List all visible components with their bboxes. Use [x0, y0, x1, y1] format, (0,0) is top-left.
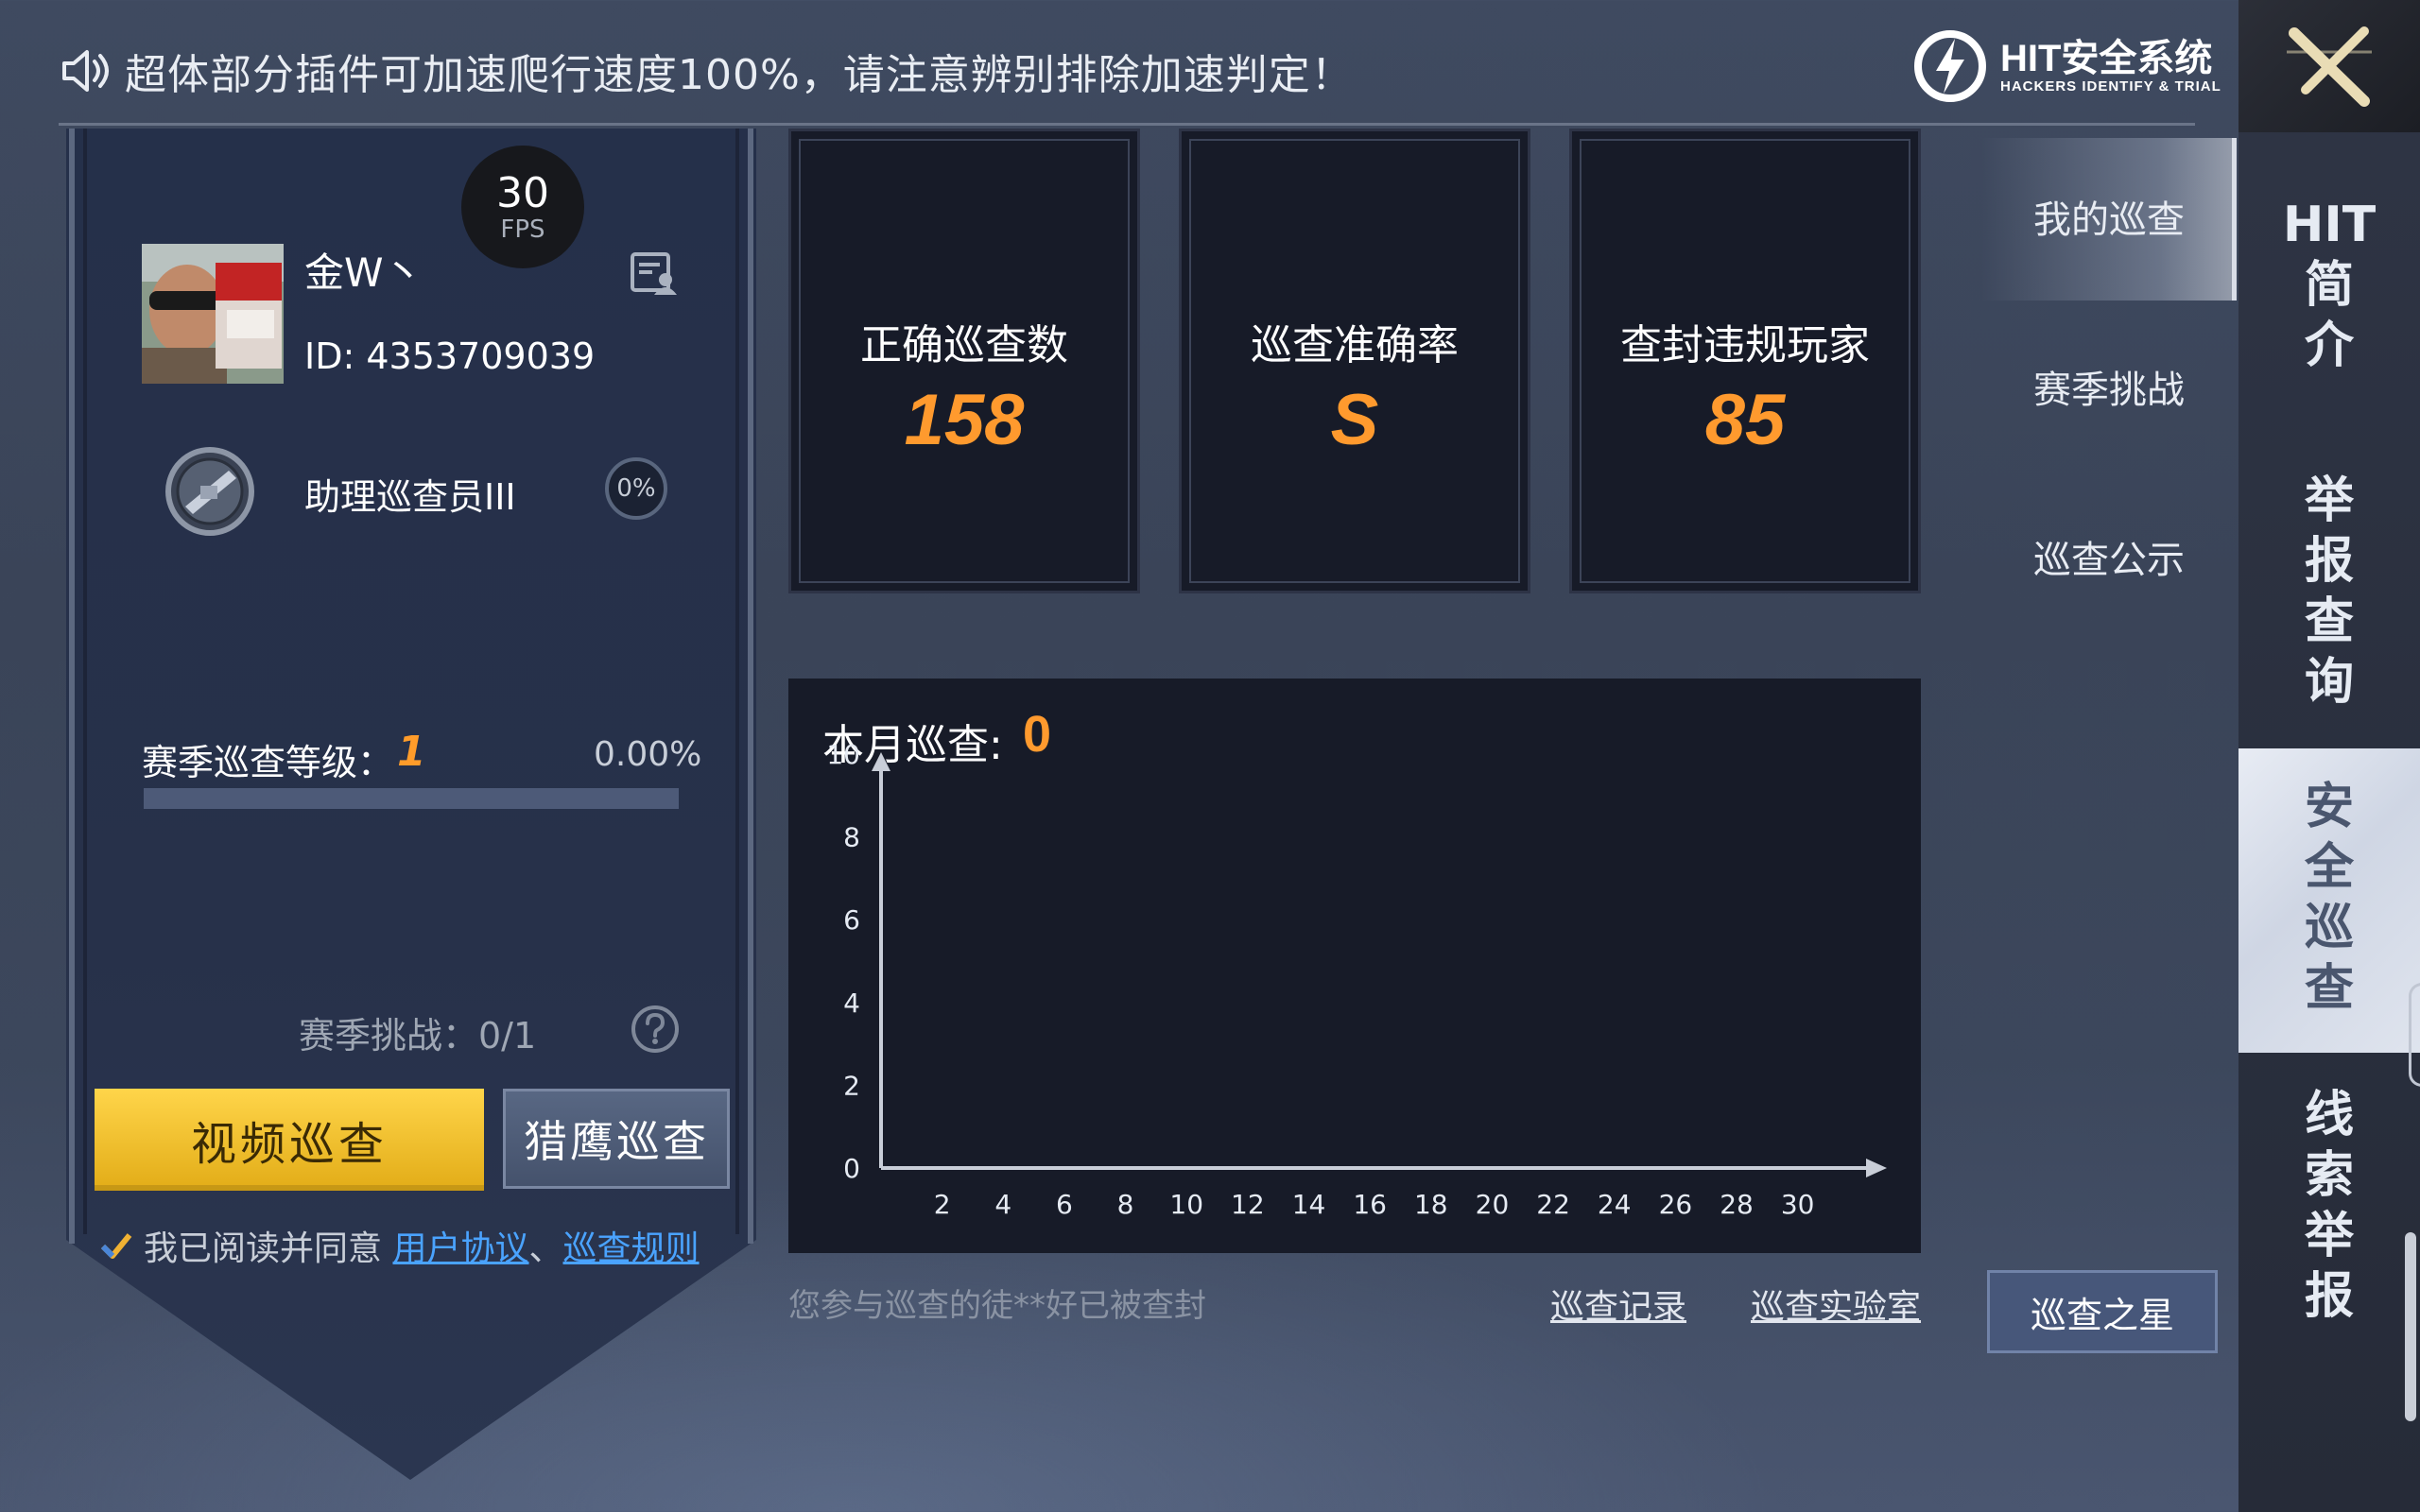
nav-security-patrol[interactable]: 安 全 巡 查 — [2238, 777, 2420, 1019]
side-drawer-handle[interactable] — [2409, 983, 2420, 1087]
checkmark-icon[interactable] — [100, 1231, 132, 1260]
close-button[interactable] — [2238, 0, 2420, 132]
sub-menu-season-challenge[interactable]: 赛季挑战 — [1981, 359, 2237, 414]
stat-value: 85 — [1704, 380, 1786, 460]
patrol-rules-link[interactable]: 巡查规则 — [563, 1229, 700, 1268]
monthly-chart: 02468102 4 6 8 10 12 14 16 18 20 22 24 26 28 30 — [826, 739, 1887, 1220]
season-level-label: 赛季巡查等级： — [142, 742, 394, 783]
x-tick-label: 26 — [1659, 1189, 1693, 1220]
x-tick-label: 22 — [1536, 1189, 1570, 1220]
y-tick-label: 8 — [843, 822, 860, 853]
y-tick-label: 6 — [843, 904, 860, 936]
nav-hit-intro[interactable]: HIT 简 介 — [2238, 195, 2420, 376]
x-tick-label: 14 — [1292, 1189, 1326, 1220]
nav-report-query-line: 举 — [2304, 472, 2354, 529]
agreement-prefix: 我已阅读并同意 — [144, 1229, 383, 1268]
agreement-row: 我已阅读并同意 用户协议、巡查规则 — [100, 1221, 700, 1270]
nav-report-query-line: 询 — [2304, 654, 2354, 711]
sub-menu-patrol-notice[interactable]: 巡查公示 — [1981, 529, 2237, 584]
x-tick-label: 6 — [1056, 1189, 1073, 1220]
x-tick-label: 28 — [1720, 1189, 1754, 1220]
season-percent: 0.00% — [594, 735, 702, 774]
fps-unit: FPS — [500, 215, 545, 244]
x-tick-label: 4 — [994, 1189, 1011, 1220]
nav-report-query-line: 查 — [2304, 593, 2354, 650]
banned-note: 您参与巡查的徒**好已被查封 — [788, 1287, 1206, 1325]
nav-security-patrol-line: 全 — [2304, 839, 2354, 896]
close-icon — [2287, 26, 2372, 107]
x-axis-arrow — [1866, 1159, 1887, 1177]
video-patrol-button[interactable]: 视频巡查 — [95, 1089, 484, 1191]
nav-clue-report-line: 举 — [2304, 1208, 2354, 1264]
nav-report-query-line: 报 — [2304, 533, 2354, 590]
profile-card-icon[interactable] — [630, 251, 679, 297]
x-tick-label: 2 — [934, 1189, 951, 1220]
brand-logo: HIT安全系统 HACKERS IDENTIFY & TRIAL — [1910, 21, 2221, 112]
header-divider — [59, 123, 2195, 126]
x-tick-label: 20 — [1476, 1189, 1510, 1220]
nav-hit-intro-line: 介 — [2304, 318, 2354, 374]
nav-security-patrol-line: 查 — [2304, 960, 2354, 1017]
nav-clue-report[interactable]: 线 索 举 报 — [2238, 1085, 2420, 1327]
y-axis-arrow — [872, 752, 890, 771]
hawk-patrol-button[interactable]: 猎鹰巡查 — [503, 1089, 730, 1189]
x-tick-label: 24 — [1598, 1189, 1632, 1220]
nav-security-patrol-line: 巡 — [2304, 900, 2354, 956]
announcement-bar: 超体部分插件可加速爬行速度100%，请注意辨别排除加速判定！ — [59, 38, 1354, 104]
stat-card-correct: 正确巡查数 158 — [788, 129, 1140, 593]
x-tick-label: 10 — [1169, 1189, 1203, 1220]
nav-hit-intro-line: 简 — [2304, 257, 2354, 314]
stat-label: 巡查准确率 — [1251, 321, 1459, 369]
x-tick-label: 12 — [1231, 1189, 1265, 1220]
x-tick-label: 18 — [1414, 1189, 1448, 1220]
username: 金W丶 — [304, 249, 424, 296]
stat-label: 查封违规玩家 — [1620, 321, 1870, 369]
rank-badge-icon — [165, 447, 254, 536]
fps-value: 30 — [496, 169, 549, 217]
nav-clue-report-line: 线 — [2304, 1087, 2354, 1143]
scrollbar-thumb[interactable] — [2405, 1232, 2416, 1421]
stat-value: 158 — [904, 380, 1025, 460]
rank-progress: 0% — [605, 457, 667, 520]
nav-clue-report-line: 索 — [2304, 1147, 2354, 1204]
patrol-record-link[interactable]: 巡查记录 — [1550, 1280, 1686, 1329]
user-id: ID: 4353709039 — [304, 335, 596, 377]
agreement-separator: 、 — [528, 1229, 563, 1268]
stat-card-accuracy: 巡查准确率 S — [1179, 129, 1530, 593]
nav-clue-report-line: 报 — [2304, 1268, 2354, 1325]
rank-name: 助理巡查员III — [304, 476, 516, 518]
help-icon[interactable] — [630, 1004, 681, 1055]
speaker-icon — [62, 50, 109, 92]
brand-name: HIT安全系统 — [2000, 37, 2213, 79]
lightning-shield-icon — [1914, 30, 1986, 102]
season-challenge-text: 赛季挑战：0/1 — [299, 1015, 537, 1057]
nav-security-patrol-line: 安 — [2304, 779, 2354, 835]
patrol-star-button[interactable]: 巡查之星 — [1987, 1270, 2218, 1353]
brand-tagline: HACKERS IDENTIFY & TRIAL — [2000, 77, 2221, 94]
y-tick-label: 2 — [843, 1070, 860, 1101]
stat-card-banned: 查封违规玩家 85 — [1569, 129, 1921, 593]
nav-hit-intro-line: HIT — [2282, 197, 2377, 253]
patrol-lab-link[interactable]: 巡查实验室 — [1751, 1280, 1921, 1329]
nav-report-query[interactable]: 举 报 查 询 — [2238, 471, 2420, 713]
avatar[interactable] — [142, 244, 284, 384]
user-agreement-link[interactable]: 用户协议 — [392, 1229, 528, 1268]
x-tick-label: 16 — [1353, 1189, 1387, 1220]
sub-menu-my-patrol[interactable]: 我的巡查 — [1981, 189, 2237, 244]
stat-label: 正确巡查数 — [860, 321, 1068, 369]
y-tick-label: 0 — [843, 1153, 860, 1184]
fps-counter: 30 FPS — [461, 146, 584, 268]
y-tick-label: 4 — [843, 988, 860, 1019]
x-tick-label: 30 — [1781, 1189, 1815, 1220]
x-tick-label: 8 — [1117, 1189, 1134, 1220]
announcement-text: 超体部分插件可加速爬行速度100%，请注意辨别排除加速判定！ — [125, 51, 1354, 99]
stat-value: S — [1330, 380, 1379, 460]
season-level-value: 1 — [397, 728, 426, 776]
y-tick-label: 10 — [826, 739, 860, 770]
season-progress-bar — [144, 788, 679, 809]
